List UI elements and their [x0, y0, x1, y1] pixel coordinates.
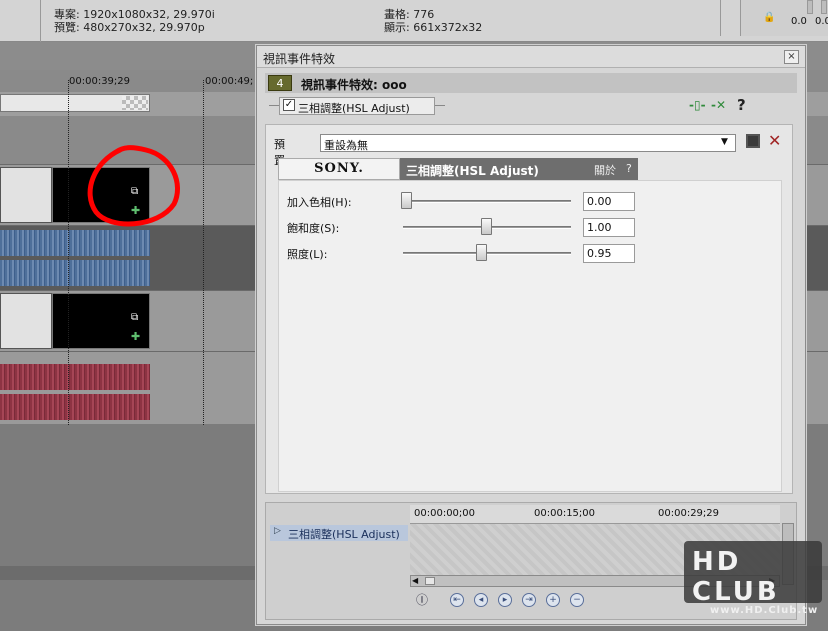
cursor-line [68, 80, 69, 425]
hdclub-watermark: HD CLUB www.HD.Club.tw [684, 541, 824, 625]
save-preset-icon[interactable] [746, 134, 760, 148]
plugin-chain-item[interactable]: ✓ 三相調整(HSL Adjust) [279, 97, 435, 115]
event-header: 4 視訊事件特效: ooo [265, 73, 797, 93]
dialog-title-bar[interactable]: 視訊事件特效 × [257, 46, 805, 68]
preset-dropdown[interactable]: 重設為無 ▼ [320, 134, 736, 152]
saturation-slider-thumb[interactable] [481, 218, 492, 235]
scroll-thumb[interactable] [425, 577, 435, 585]
ruler-time: 00:00:49; [205, 76, 254, 87]
preset-value: 重設為無 [324, 139, 368, 152]
project-info: 專案: 1920x1080x32, 29.970i [54, 8, 215, 21]
event-title: 視訊事件特效: ooo [301, 78, 407, 92]
sync-cursor-icon[interactable]: Ⓘ [416, 591, 428, 608]
watermark-logo: HD CLUB [692, 547, 780, 607]
video-clip[interactable] [0, 293, 52, 349]
meter-bar [807, 0, 813, 14]
lightness-slider-track[interactable] [403, 252, 571, 255]
lightness-value-field[interactable]: 0.95 [583, 244, 635, 263]
chain-line [435, 105, 445, 106]
video-event-fx-dialog[interactable]: 視訊事件特效 × 4 視訊事件特效: ooo ✓ 三相調整(HSL Adjust… [256, 45, 806, 625]
param-row-lightness: 照度(L): 0.95 [287, 243, 777, 265]
checkbox-enabled[interactable]: ✓ [283, 99, 295, 111]
crop-icon[interactable]: ⧉ [131, 312, 138, 323]
close-button[interactable]: × [784, 50, 799, 64]
help-link[interactable]: ? [626, 162, 632, 175]
meter-bar [821, 0, 827, 14]
audio-waveform[interactable] [0, 394, 150, 420]
frame-info: 畫格: 776 [384, 8, 435, 21]
last-keyframe-icon[interactable]: ⇥ [522, 593, 536, 607]
remove-plugin-icon[interactable]: -✕ [711, 98, 726, 112]
hue-value-field[interactable]: 0.00 [583, 192, 635, 211]
expand-icon[interactable]: ▷ [274, 526, 281, 536]
plugin-header: SONY. 三相調整(HSL Adjust) 關於 ? [278, 158, 638, 180]
keyframe-time: 00:00:00;00 [414, 508, 476, 519]
meter-right-value: 0.0 [815, 16, 828, 27]
keyframe-ruler[interactable]: 00:00:00;00 00:00:15;00 00:00:29;29 [410, 505, 780, 523]
plugin-chain-icon[interactable]: -▯- [689, 98, 706, 112]
saturation-value-field[interactable]: 1.00 [583, 218, 635, 237]
video-clip[interactable] [0, 167, 52, 223]
display-info: 顯示: 661x372x32 [384, 21, 483, 34]
checker-icon [122, 96, 148, 110]
lock-icon[interactable]: 🔒 [763, 12, 775, 23]
plugin-title: 三相調整(HSL Adjust) [406, 164, 539, 178]
video-clip-thumbnail[interactable]: ⧉ ✚ [52, 293, 150, 349]
help-icon[interactable]: ? [737, 96, 746, 114]
dialog-title: 視訊事件特效 [263, 52, 336, 66]
plugin-chain: ✓ 三相調整(HSL Adjust) -▯- -✕ ? [265, 94, 797, 118]
event-number-badge: 4 [268, 75, 292, 91]
scroll-left-icon[interactable]: ◀ [412, 576, 418, 585]
param-row-hue: 加入色相(H): 0.00 [287, 191, 777, 213]
parameter-list: 加入色相(H): 0.00 飽和度(S): 1.00 照度(L): 0.95 [278, 180, 782, 492]
audio-waveform[interactable] [0, 364, 150, 390]
first-keyframe-icon[interactable]: ⇤ [450, 593, 464, 607]
audio-meter: 🔒 0.0 0.0 [740, 0, 828, 36]
param-row-saturation: 飽和度(S): 1.00 [287, 217, 777, 239]
lightness-slider-thumb[interactable] [476, 244, 487, 261]
prev-keyframe-icon[interactable]: ◂ [474, 593, 488, 607]
keyframe-time: 00:00:29;29 [658, 508, 720, 519]
next-keyframe-icon[interactable]: ▸ [498, 593, 512, 607]
meter-left-value: 0.0 [791, 16, 807, 27]
audio-waveform[interactable] [0, 230, 150, 256]
param-label: 照度(L): [287, 248, 328, 261]
red-annotation-circle [87, 145, 180, 227]
fx-plugin-icon[interactable]: ✚ [131, 330, 140, 343]
hue-slider-track[interactable] [403, 200, 571, 203]
keyframe-track-label[interactable]: ▷ 三相調整(HSL Adjust) [270, 525, 408, 541]
delete-keyframe-icon[interactable]: − [570, 593, 584, 607]
delete-preset-icon[interactable]: ✕ [768, 131, 781, 150]
watermark-url: www.HD.Club.tw [710, 605, 819, 616]
add-keyframe-icon[interactable]: + [546, 593, 560, 607]
keyframe-track-name: 三相調整(HSL Adjust) [288, 528, 400, 541]
ruler-time: 00:00:39;29 [69, 76, 131, 87]
divider [40, 0, 41, 42]
param-label: 加入色相(H): [287, 196, 352, 209]
hue-slider-thumb[interactable] [401, 192, 412, 209]
divider [720, 0, 721, 36]
chain-line [269, 105, 279, 106]
cursor-line [203, 80, 204, 425]
chain-item-label: 三相調整(HSL Adjust) [298, 102, 410, 115]
param-label: 飽和度(S): [287, 222, 340, 235]
plugin-title-bar: 三相調整(HSL Adjust) 關於 ? [400, 158, 638, 180]
preview-info: 預覽: 480x270x32, 29.970p [54, 21, 205, 34]
chevron-down-icon[interactable]: ▼ [721, 137, 728, 147]
audio-waveform[interactable] [0, 260, 150, 286]
plugin-panel: 預置: 重設為無 ▼ ✕ SONY. 三相調整(HSL Adjust) 關於 ?… [265, 124, 793, 494]
about-link[interactable]: 關於 [594, 162, 616, 178]
keyframe-time: 00:00:15;00 [534, 508, 596, 519]
sony-logo: SONY. [278, 158, 400, 180]
video-preview-info-bar: 專案: 1920x1080x32, 29.970i 預覽: 480x270x32… [0, 0, 828, 42]
